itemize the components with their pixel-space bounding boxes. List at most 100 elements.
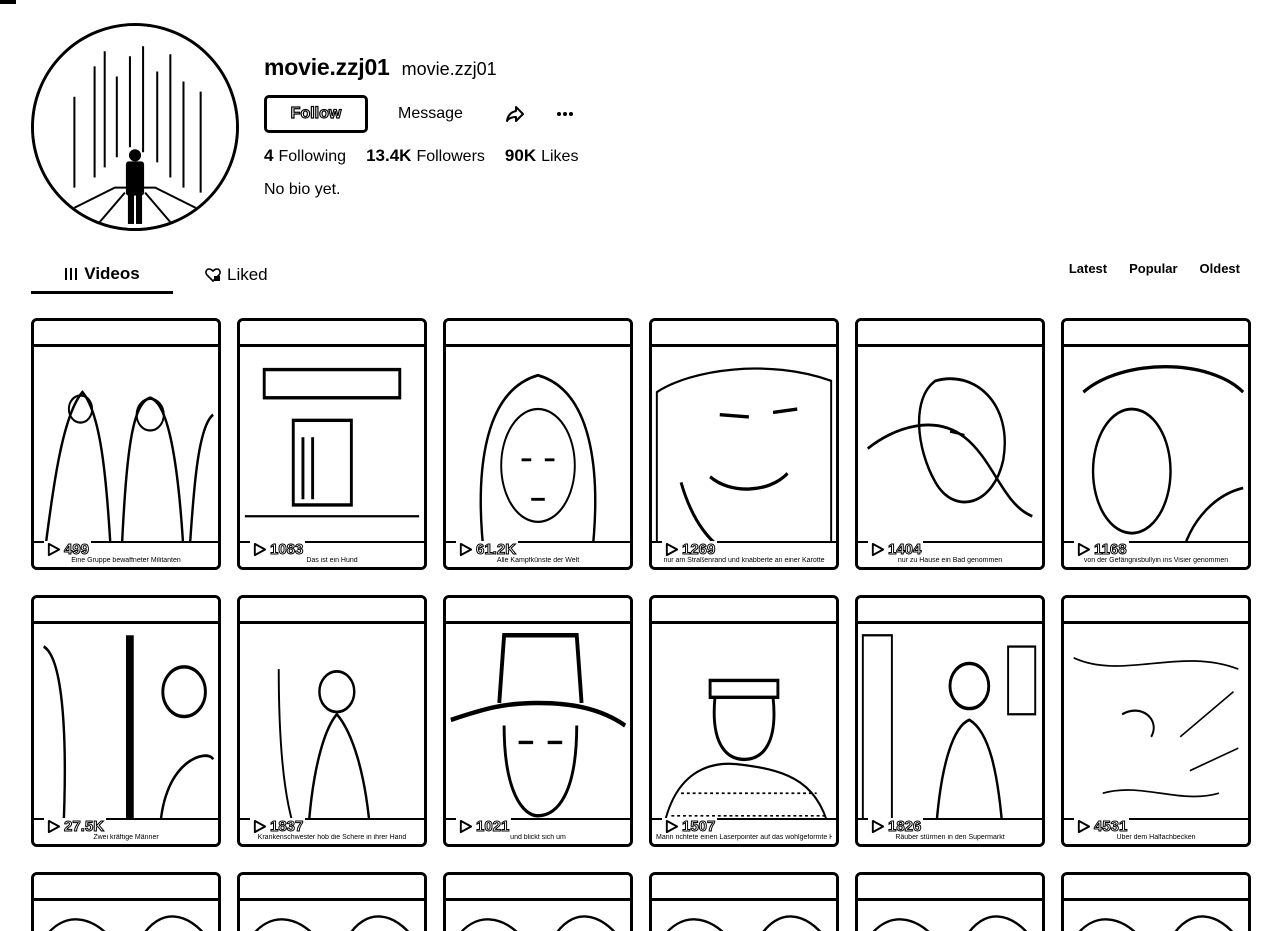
- more-options-icon[interactable]: [551, 100, 579, 128]
- video-card[interactable]: 4531 Über dem Halfachbecken: [1061, 595, 1251, 847]
- video-topbar: [34, 875, 218, 901]
- video-thumbnail: [858, 347, 1042, 567]
- play-icon: [253, 542, 267, 557]
- play-icon: [253, 819, 267, 834]
- play-icon: [665, 542, 679, 557]
- play-icon: [1077, 819, 1091, 834]
- tab-liked[interactable]: Liked: [205, 256, 268, 294]
- video-thumbnail: [446, 624, 630, 844]
- video-thumbnail: [652, 901, 836, 931]
- video-caption: Das ist ein Hund: [306, 557, 358, 564]
- video-grid: 499 Eine Gruppe bewaffneter Militanten 108…: [31, 318, 1251, 931]
- video-topbar: [652, 875, 836, 901]
- video-topbar: [446, 875, 630, 901]
- video-topbar: [446, 321, 630, 347]
- video-topbar: [1064, 598, 1248, 624]
- view-count: 1021: [456, 818, 512, 836]
- heart-lock-icon: [205, 268, 221, 283]
- profile-stats: 4 Following 13.4K Followers 90K Likes: [264, 146, 578, 166]
- share-icon[interactable]: [501, 100, 529, 128]
- view-count: 1168: [1074, 541, 1129, 559]
- video-card[interactable]: 1837 Krankenschwester hob die Schere in i…: [237, 595, 427, 847]
- video-card[interactable]: 1826 Räuber stürmen in den Supermarkt: [855, 595, 1045, 847]
- video-thumbnail: [240, 901, 424, 931]
- video-caption: Alle Kampfkünste der Welt: [496, 557, 580, 564]
- video-thumbnail: [1064, 901, 1248, 931]
- stat-followers[interactable]: 13.4K Followers: [366, 146, 485, 166]
- avatar-artwork: [34, 26, 236, 228]
- video-topbar: [34, 598, 218, 624]
- video-card[interactable]: 1083 Das ist ein Hund: [237, 318, 427, 570]
- username: movie.zzj01: [401, 59, 497, 79]
- video-card[interactable]: 27.5K Zwei kräftige Männer: [31, 595, 221, 847]
- play-icon: [1077, 542, 1091, 557]
- sort-popular[interactable]: Popular: [1129, 261, 1177, 276]
- view-count: 1083: [250, 541, 306, 559]
- video-card[interactable]: 1168 von der Gefängnisbullyin ins Visier …: [1061, 318, 1251, 570]
- sort-latest[interactable]: Latest: [1069, 261, 1107, 276]
- video-thumbnail: [240, 624, 424, 844]
- video-card[interactable]: 1404 nur zu Hause ein Bad genommen: [855, 318, 1045, 570]
- video-caption: Eine Gruppe bewaffneter Militanten: [71, 557, 181, 564]
- video-thumbnail: [1064, 347, 1248, 567]
- video-topbar: [34, 321, 218, 347]
- display-name: movie.zzj01: [264, 54, 390, 80]
- video-caption: und blickt sich um: [510, 834, 566, 841]
- video-topbar: [240, 321, 424, 347]
- video-topbar: [652, 321, 836, 347]
- corner-mark: [0, 0, 16, 4]
- video-card[interactable]: 499 Eine Gruppe bewaffneter Militanten: [31, 318, 221, 570]
- video-topbar: [858, 875, 1042, 901]
- view-count: 1837: [250, 818, 306, 836]
- video-thumbnail: [34, 624, 218, 844]
- video-thumbnail: [34, 901, 218, 931]
- video-card[interactable]: [31, 872, 221, 931]
- video-topbar: [446, 598, 630, 624]
- tab-videos-label: Videos: [84, 263, 140, 283]
- play-icon: [459, 819, 473, 834]
- video-card[interactable]: [855, 872, 1045, 931]
- tab-videos[interactable]: Videos: [31, 256, 173, 294]
- video-card[interactable]: [1061, 872, 1251, 931]
- video-topbar: [240, 598, 424, 624]
- video-caption: nur am Straßenrand und knabberte an eine…: [663, 557, 825, 564]
- video-card[interactable]: [649, 872, 839, 931]
- sort-oldest[interactable]: Oldest: [1200, 261, 1240, 276]
- video-topbar: [858, 321, 1042, 347]
- video-caption: nur zu Hause ein Bad genommen: [897, 557, 1003, 564]
- video-card[interactable]: 1021 und blickt sich um: [443, 595, 633, 847]
- video-thumbnail: [240, 347, 424, 567]
- video-card[interactable]: [237, 872, 427, 931]
- video-topbar: [240, 875, 424, 901]
- video-card[interactable]: 1269 nur am Straßenrand und knabberte an …: [649, 318, 839, 570]
- view-count: 27.5K: [44, 818, 107, 836]
- play-icon: [871, 819, 885, 834]
- video-thumbnail: [652, 624, 836, 844]
- view-count: 4531: [1074, 818, 1130, 836]
- bio: No bio yet.: [264, 181, 341, 198]
- view-count: 1404: [868, 541, 924, 559]
- view-count: 1826: [868, 818, 924, 836]
- play-icon: [871, 542, 885, 557]
- video-card[interactable]: [443, 872, 633, 931]
- tab-liked-label: Liked: [227, 265, 268, 284]
- stat-following[interactable]: 4 Following: [264, 146, 346, 166]
- play-icon: [47, 542, 61, 557]
- video-thumbnail: [446, 901, 630, 931]
- video-card[interactable]: 61.2K Alle Kampfkünste der Welt: [443, 318, 633, 570]
- avatar[interactable]: [31, 23, 239, 231]
- video-caption: Mann richtete einen Laserpointer auf das…: [656, 834, 832, 841]
- video-card[interactable]: 1507 Mann richtete einen Laserpointer auf…: [649, 595, 839, 847]
- video-thumbnail: [652, 347, 836, 567]
- video-caption: Zwei kräftige Männer: [93, 834, 159, 841]
- view-count: 1507: [662, 818, 718, 836]
- play-icon: [47, 819, 61, 834]
- profile-actions: Follow Message: [264, 95, 579, 133]
- message-button[interactable]: Message: [398, 105, 463, 123]
- video-caption: Über dem Halfachbecken: [1116, 834, 1196, 841]
- video-topbar: [652, 598, 836, 624]
- video-thumbnail: [858, 901, 1042, 931]
- video-thumbnail: [446, 347, 630, 567]
- play-icon: [459, 542, 473, 557]
- follow-button[interactable]: Follow: [264, 95, 368, 133]
